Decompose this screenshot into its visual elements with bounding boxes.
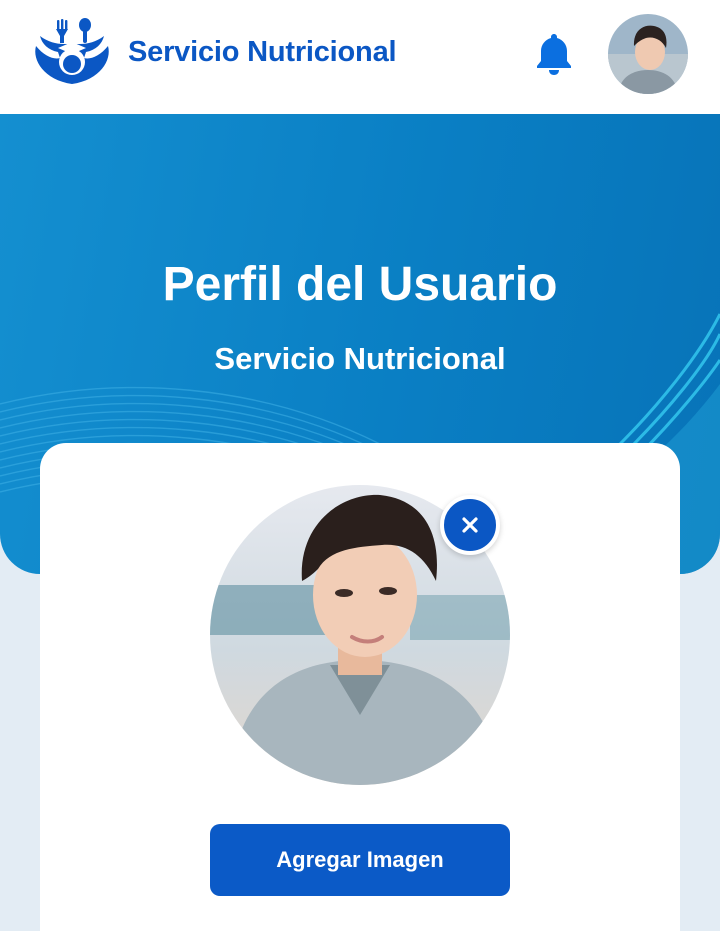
profile-card: Agregar Imagen <box>40 443 680 931</box>
user-avatar[interactable] <box>608 14 688 94</box>
bell-icon[interactable] <box>530 30 578 78</box>
close-icon <box>462 517 478 533</box>
top-app-bar: Servicio Nutricional <box>0 0 720 114</box>
nutrition-logo-icon <box>35 18 109 84</box>
page-subtitle: Servicio Nutricional <box>214 341 506 376</box>
app-title: Servicio Nutricional <box>128 36 397 68</box>
remove-photo-button[interactable] <box>440 495 500 555</box>
page-title: Perfil del Usuario <box>162 258 558 311</box>
add-image-button[interactable]: Agregar Imagen <box>210 824 510 896</box>
profile-screen: Servicio Nutricional Perfil del Usuario … <box>0 0 720 931</box>
